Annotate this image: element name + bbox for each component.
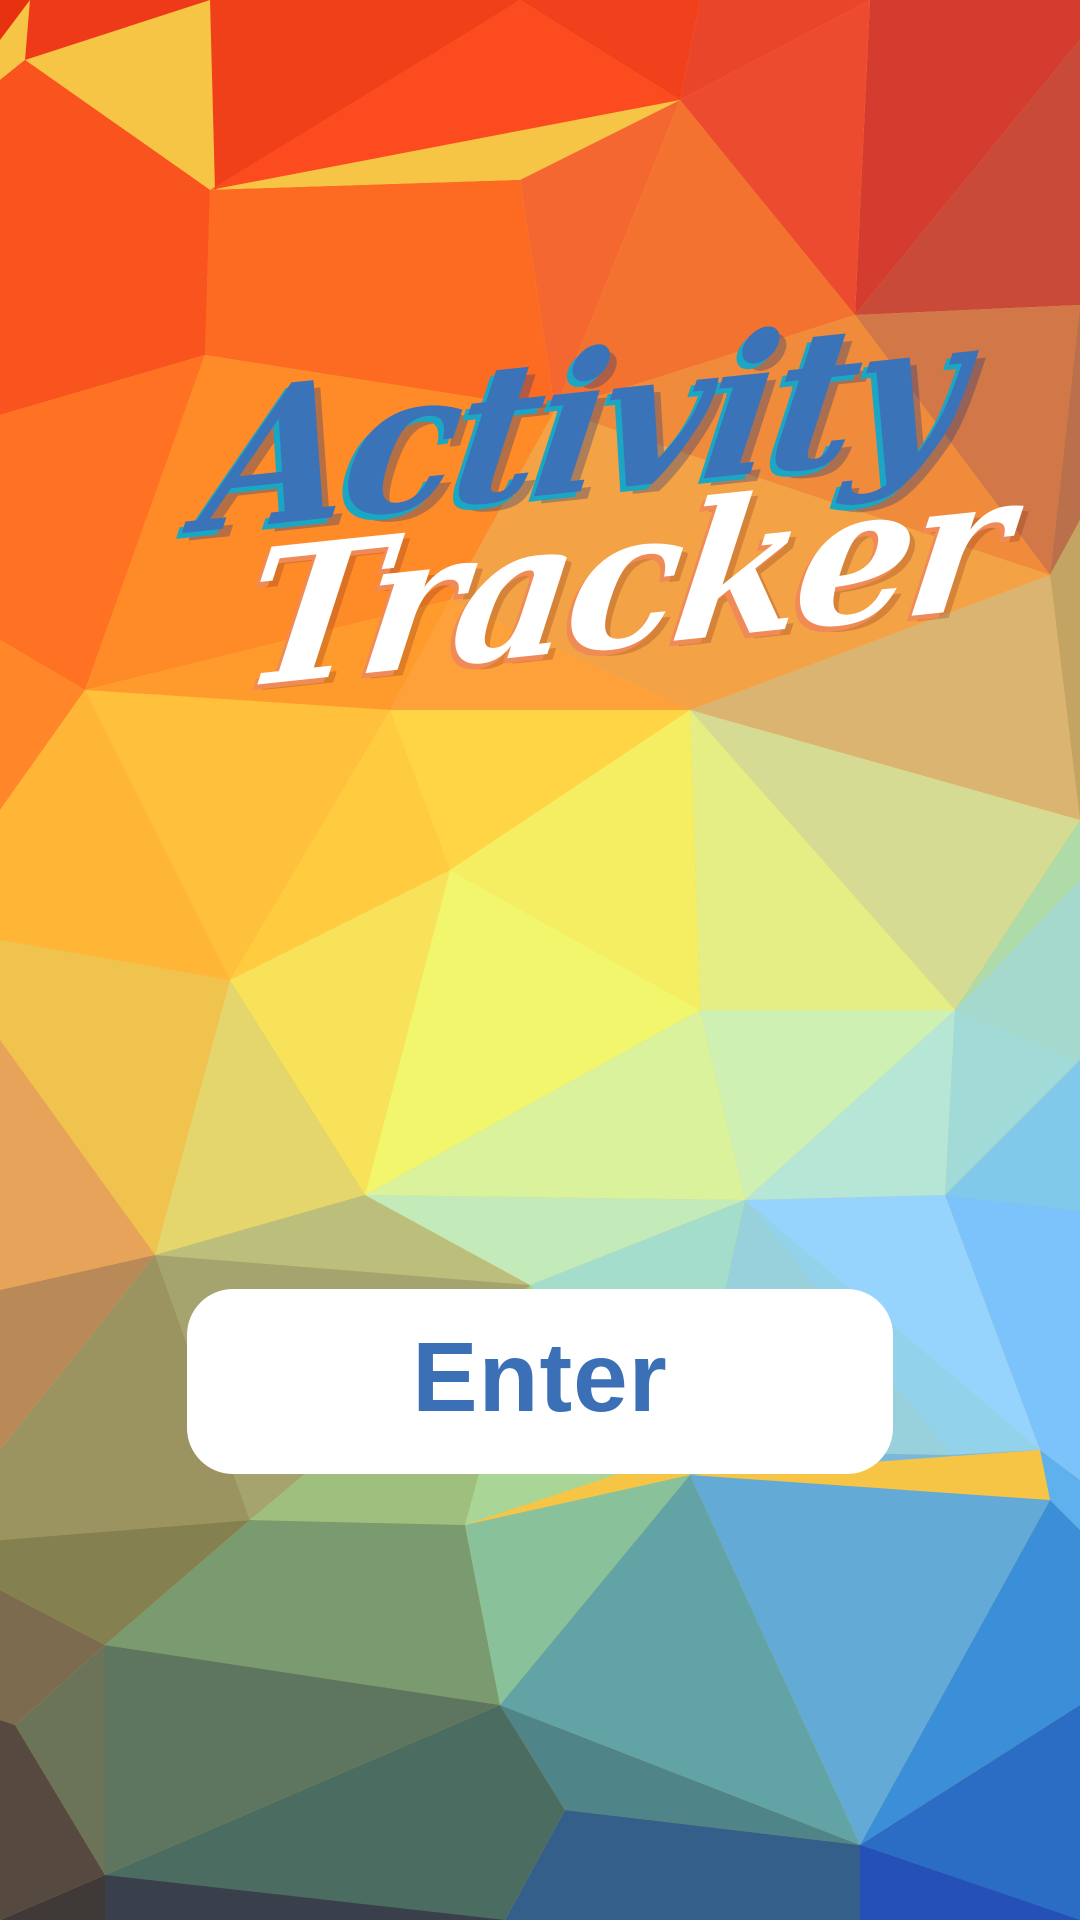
enter-button[interactable]: Enter	[187, 1289, 893, 1474]
enter-button-label: Enter	[412, 1322, 668, 1432]
background-lowpoly	[0, 0, 1080, 1920]
